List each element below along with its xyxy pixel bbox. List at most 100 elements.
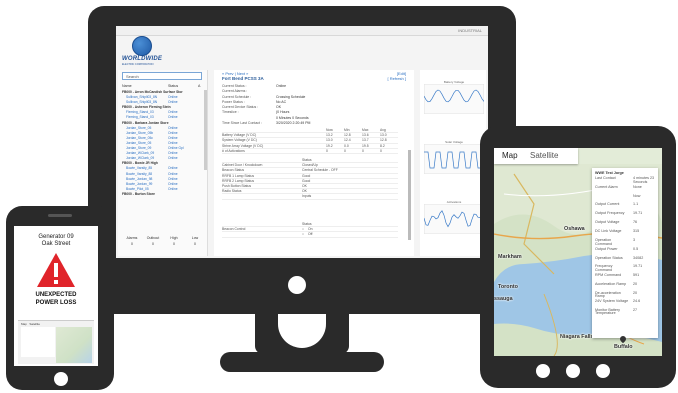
popup-label: Output Frequency xyxy=(595,211,625,216)
control-table: Status Beacon Control ○ On ○ Off xyxy=(222,222,398,238)
logo-subtitle: ELECTRIC CORPORATION xyxy=(122,63,154,66)
popup-value: 19.71 xyxy=(633,264,643,269)
alarm-summary-label: Outbout xyxy=(146,236,160,240)
city-label: Toronto xyxy=(498,284,518,290)
cabinet-status-table: Status Cabinet Door / Knockdown Closed/Up B… xyxy=(222,158,398,200)
map-tab[interactable]: Map xyxy=(502,151,518,160)
city-label: Oshawa xyxy=(564,226,585,232)
popup-label: Last Contact xyxy=(595,176,616,180)
device-info-popup: WWE Test Jorge Last Contact 4 minutes 23 … xyxy=(592,168,658,338)
generator-title: Generator 09 Oak Street xyxy=(14,234,98,248)
status-list: Current Status : Online Current Alarms : Cu… xyxy=(222,84,402,126)
popup-value: 3 xyxy=(633,238,636,242)
popup-value: Now xyxy=(633,193,641,198)
control-row: ○ Off xyxy=(222,232,398,238)
generator-location: Oak Street xyxy=(41,241,71,247)
popup-label: 24V System Voltage xyxy=(595,299,629,304)
alarm-summary-value: 0 xyxy=(131,242,133,246)
city-label: Markham xyxy=(498,254,522,260)
header-sort[interactable]: A xyxy=(198,84,200,88)
radio-button[interactable]: ○ xyxy=(302,232,304,237)
voltage-table: Now Min Max Avg Battery Voltage (V DC) 13.2 12… xyxy=(222,128,398,154)
voltage-value: 0 xyxy=(344,148,346,153)
alarm-summary-value: 0 xyxy=(152,242,154,246)
satellite-tab[interactable]: Satellite xyxy=(530,151,558,160)
alarm-summary-value: 0 xyxy=(194,242,196,246)
voltage-row: # of Activations 0 0 0 0 xyxy=(222,149,398,154)
popup-value: 24.6 xyxy=(633,299,641,304)
popup-value: 19.71 xyxy=(633,211,643,216)
alarm-summary-label: Low xyxy=(191,236,199,240)
search-input[interactable]: Search xyxy=(122,72,202,80)
control-option[interactable]: Off xyxy=(308,232,312,237)
popup-value: 4 minutes 23 Seconds xyxy=(633,176,655,184)
popup-label: Current Alarm xyxy=(595,184,618,189)
popup-label: DC Link Voltage xyxy=(595,229,622,234)
popup-value: 591 xyxy=(633,273,640,277)
phone-home-button[interactable] xyxy=(54,372,68,386)
mini-chart-plot xyxy=(424,204,484,234)
alert-message: UNEXPECTED POWER LOSS xyxy=(14,292,98,307)
voltage-value: 0 xyxy=(326,148,328,153)
popup-value: 1.1 xyxy=(633,202,639,207)
popup-label: Output Voltage xyxy=(595,220,620,225)
alert-line-1: UNEXPECTED xyxy=(35,292,77,298)
popup-value: 20 xyxy=(633,290,638,295)
popup-label: Operation Status xyxy=(595,255,623,260)
popup-label: Monitor Battery Temperature xyxy=(595,307,621,316)
mini-map-tab[interactable]: Map xyxy=(21,322,27,326)
alarm-summary-label: Alarms xyxy=(126,236,138,240)
site-name: Fort Bend PCSS 3A xyxy=(222,76,264,81)
sidebar-scrollbar[interactable] xyxy=(204,90,207,170)
refresh-link[interactable]: [ Refresh ] xyxy=(388,76,406,81)
alarm-summary-value: 0 xyxy=(173,242,175,246)
phone-speaker xyxy=(48,214,72,217)
monitor-stand-base xyxy=(220,352,384,372)
popup-value: 27 xyxy=(633,307,638,312)
popup-label: Output Current xyxy=(595,202,620,207)
generator-name: Generator 09 xyxy=(38,234,74,240)
popup-value: None xyxy=(633,184,642,189)
header-status[interactable]: Status xyxy=(168,84,178,88)
tablet-button-3[interactable] xyxy=(596,364,610,378)
city-label: Niagara Falls xyxy=(560,334,594,340)
popup-value: 34082 xyxy=(633,255,644,260)
monitor-screen: INDUSTRIAL WORLDWIDE ELECTRIC CORPORATIO… xyxy=(116,26,488,258)
mini-chart-plot xyxy=(424,144,484,174)
popup-label: Frequency Command xyxy=(595,264,613,273)
status-label: Time Since Last Contact : xyxy=(222,121,262,126)
globe-icon xyxy=(132,36,152,56)
popup-value: 76 xyxy=(633,220,638,225)
site-group[interactable]: FB000 - Burton Store xyxy=(122,192,202,197)
edit-refresh-links: [Edit] [ Refresh ] xyxy=(388,71,406,81)
voltage-label: # of Activations xyxy=(222,148,245,153)
city-label: Buffalo xyxy=(614,344,633,350)
tablet-button-2[interactable] xyxy=(566,364,580,378)
status-row: Time Since Last Contact : 3/20/2020 2:20:… xyxy=(222,121,402,126)
site-list: FB000 - Arron McCandish Surface Stor Sull… xyxy=(122,90,202,197)
popup-title: WWE Test Jorge xyxy=(595,171,624,175)
company-logo[interactable]: WORLDWIDE ELECTRIC CORPORATION xyxy=(122,36,164,68)
city-label: ssauga xyxy=(494,296,513,302)
site-name[interactable]: FB000 - Burton Store xyxy=(122,192,155,197)
status-value: 3/20/2020 2:20:49 PM xyxy=(276,121,311,126)
phone-mini-map[interactable]: Map Satellite xyxy=(18,320,94,364)
inputs-label: Inputs xyxy=(302,194,312,199)
map-type-tabs: Map Satellite xyxy=(494,148,578,164)
detail-scrollbar[interactable] xyxy=(408,150,411,240)
mini-satellite-tab[interactable]: Satellite xyxy=(29,322,40,326)
alarm-summary-label: High xyxy=(170,236,178,240)
phone-screen: Generator 09 Oak Street UNEXPECTED POWER… xyxy=(14,226,98,366)
mini-chart[interactable]: Activations xyxy=(424,200,484,236)
header-name[interactable]: Name xyxy=(122,84,132,88)
mini-chart-plot xyxy=(424,84,484,114)
monitor-power-button[interactable] xyxy=(288,276,306,294)
popup-label: Acceleration Ramp xyxy=(595,281,627,286)
topbar-user[interactable]: INDUSTRIAL xyxy=(458,28,482,33)
mini-chart[interactable]: Battery Voltage xyxy=(424,80,484,116)
popup-label: Operation Command xyxy=(595,238,613,246)
site-detail-panel: « Prev | Next » Fort Bend PCSS 3A [Edit]… xyxy=(214,70,414,256)
mini-chart[interactable]: Solar Voltage xyxy=(424,140,484,176)
popup-value: 0.5 xyxy=(633,246,639,251)
tablet-button-1[interactable] xyxy=(536,364,550,378)
